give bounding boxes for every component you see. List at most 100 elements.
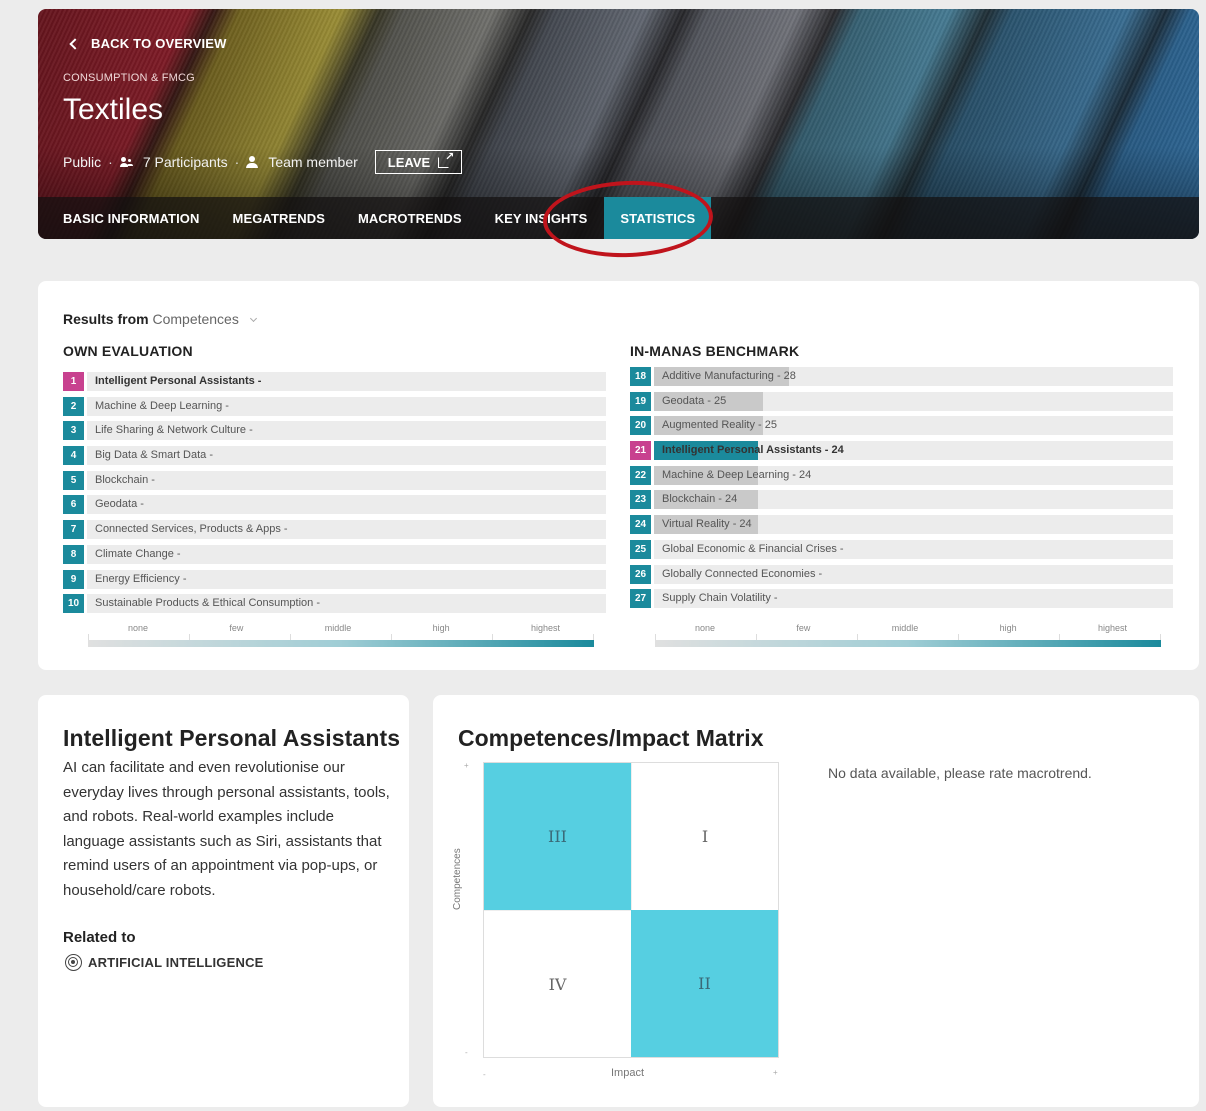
scale-label: few [796,623,811,633]
tab-macrotrends[interactable]: MACROTRENDS [358,197,462,239]
rank-label: Supply Chain Volatility - [662,592,778,605]
rank-number: 18 [630,367,651,386]
rank-label: Virtual Reality - 24 [662,518,752,531]
rank-bar-track: Globally Connected Economies - [654,564,1173,584]
category-label: CONSUMPTION & FMCG [63,72,195,84]
rank-number: 6 [63,495,84,515]
x-axis-minus: - [483,1070,486,1079]
rank-label: Augmented Reality - 25 [662,419,777,432]
rank-label: Globally Connected Economies - [662,567,823,580]
ranking-row[interactable]: 25 Global Economic & Financial Crises - [630,539,1173,559]
leave-button-label: LEAVE [387,154,431,170]
scale-gradient-bar [655,640,1161,647]
results-source-selector[interactable]: Results from Competences [63,311,257,327]
ranking-row[interactable]: 4 Big Data & Smart Data - [63,446,606,466]
results-source-value: Competences [152,311,239,327]
rank-label: Machine & Deep Learning - 24 [662,468,812,481]
matrix-title: Competences/Impact Matrix [458,725,764,751]
rank-bar-track: Geodata - 25 [654,391,1173,411]
rank-bar-track: Sustainable Products & Ethical Consumpti… [87,594,606,614]
ranking-row[interactable]: 27 Supply Chain Volatility - [630,589,1173,609]
rank-number: 10 [63,594,84,614]
tab-basic-information[interactable]: BASIC INFORMATION [63,197,200,239]
role-label: Team member [268,154,358,170]
visibility-label: Public [63,154,102,170]
rank-number: 3 [63,421,84,441]
rank-label: Blockchain - 24 [662,493,738,506]
rank-number: 25 [630,539,651,559]
ranking-row[interactable]: 3 Life Sharing & Network Culture - [63,421,606,441]
scale-label: few [229,623,244,633]
rank-bar-track: Augmented Reality - 25 [654,416,1173,436]
separator-dot: · [108,154,113,170]
quadrant-i: I [631,763,778,910]
ranking-row[interactable]: 9 Energy Efficiency - [63,569,606,589]
ranking-row[interactable]: 1 Intelligent Personal Assistants - [63,372,606,391]
x-axis-label: Impact [611,1067,645,1079]
back-to-overview-link[interactable]: BACK TO OVERVIEW [68,36,227,51]
ranking-row[interactable]: 19 Geodata - 25 [630,391,1173,411]
rank-bar-track: Energy Efficiency - [87,569,606,589]
rank-bar-track: Global Economic & Financial Crises - [654,539,1173,559]
rank-number: 4 [63,446,84,466]
ranking-row[interactable]: 21 Intelligent Personal Assistants - 24 [630,441,1173,461]
rank-bar-track: Life Sharing & Network Culture - [87,421,606,441]
rank-label: Big Data & Smart Data - [95,449,213,462]
rank-number: 24 [630,515,651,535]
rank-bar-track: Climate Change - [87,544,606,564]
competences-impact-matrix: III I IV II [483,762,779,1058]
rank-bar-track: Blockchain - 24 [654,490,1173,510]
scale-label: highest [1097,623,1127,633]
related-megatrend-link[interactable]: ARTIFICIAL INTELLIGENCE [65,954,264,971]
rank-bar-track: Supply Chain Volatility - [654,589,1173,609]
rank-bar-track: Connected Services, Products & Apps - [87,520,606,540]
rank-label: Blockchain - [95,473,155,486]
ranking-row[interactable]: 6 Geodata - [63,495,606,515]
rank-number: 9 [63,569,84,589]
scale-label: middle [891,623,919,633]
separator-dot: · [234,154,240,170]
topic-meta: Public · 7 Participants · Team member LE… [63,150,463,174]
rank-label: Intelligent Personal Assistants - [95,375,262,387]
ranking-row[interactable]: 18 Additive Manufacturing - 28 [630,367,1173,386]
ranking-row[interactable]: 7 Connected Services, Products & Apps - [63,520,606,540]
rank-label: Additive Manufacturing - 28 [662,370,796,382]
rank-label: Connected Services, Products & Apps - [95,523,288,536]
rank-bar-track: Geodata - [87,495,606,515]
rank-label: Geodata - [95,498,144,511]
ranking-row[interactable]: 24 Virtual Reality - 24 [630,515,1173,535]
chevron-down-icon [249,314,257,323]
rank-number: 27 [630,589,651,609]
ranking-row[interactable]: 20 Augmented Reality - 25 [630,416,1173,436]
ranking-row[interactable]: 22 Machine & Deep Learning - 24 [630,465,1173,485]
benchmark-list: 18 Additive Manufacturing - 28 19 Geodata -… [630,367,1173,614]
related-megatrend-label: ARTIFICIAL INTELLIGENCE [88,955,264,970]
benchmark-title: IN-MANAS BENCHMARK [630,343,800,359]
participants-count[interactable]: 7 Participants [143,154,228,170]
ranking-row[interactable]: 2 Machine & Deep Learning - [63,396,606,416]
rank-label: Climate Change - [95,547,181,560]
ranking-row[interactable]: 26 Globally Connected Economies - [630,564,1173,584]
rank-bar-track: Machine & Deep Learning - 24 [654,465,1173,485]
scale-label: none [128,623,149,633]
rank-number: 2 [63,396,84,416]
ranking-row[interactable]: 10 Sustainable Products & Ethical Consump… [63,594,606,614]
participants-icon [119,157,134,167]
benchmark-scale: none few middle high highest [655,623,1161,647]
scale-label: highest [530,623,560,633]
rank-bar-track: Additive Manufacturing - 28 [654,367,1173,386]
scale-gradient-bar [88,640,594,647]
macrotrend-detail-card: Intelligent Personal Assistants AI can f… [38,695,409,1107]
back-link-label: BACK TO OVERVIEW [91,36,227,51]
leave-button[interactable]: LEAVE [374,150,463,174]
ranking-row[interactable]: 23 Blockchain - 24 [630,490,1173,510]
related-to-label: Related to [63,929,136,946]
rank-bar-track: Blockchain - [87,470,606,490]
tab-megatrends[interactable]: MEGATRENDS [233,197,325,239]
target-icon [65,954,82,971]
competences-impact-card: Competences/Impact Matrix + - Competence… [433,695,1199,1107]
ranking-row[interactable]: 5 Blockchain - [63,470,606,490]
ranking-row[interactable]: 8 Climate Change - [63,544,606,564]
rank-number: 21 [630,441,651,461]
scale-label: high [432,623,450,633]
